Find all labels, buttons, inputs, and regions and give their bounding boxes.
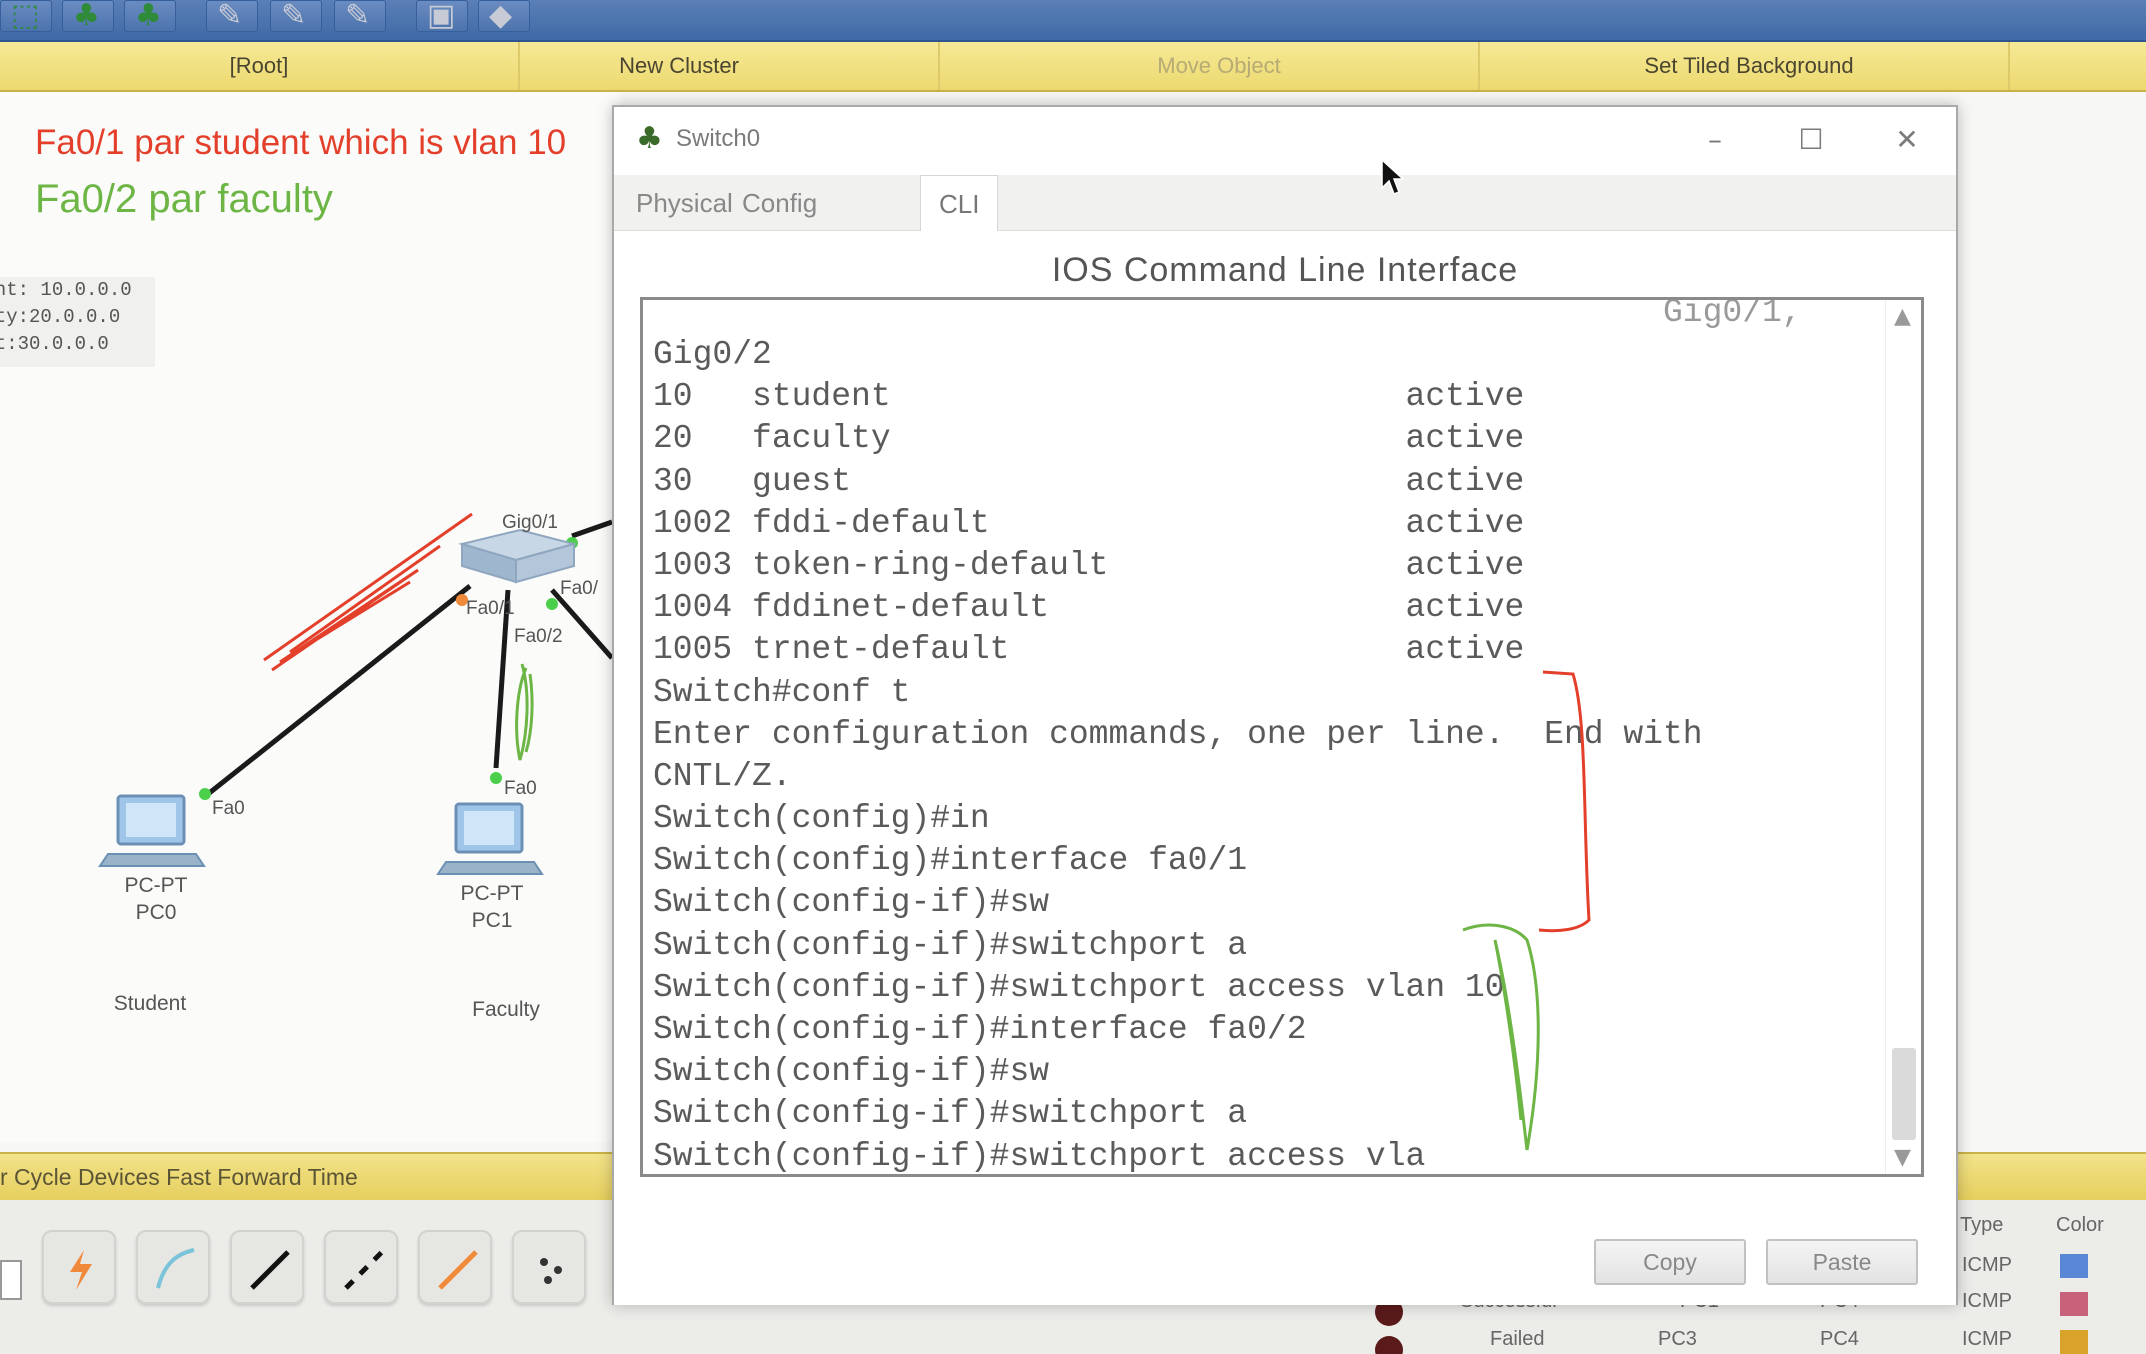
toolbar-button-4[interactable]: ✎ (206, 0, 258, 33)
fiber-cable-button[interactable] (418, 1230, 492, 1304)
pdu-status: Failed (1490, 1328, 1545, 1350)
toolbar-button-5[interactable]: ✎ (270, 0, 322, 33)
pc0-model: PC-PT (124, 874, 188, 897)
mouse-cursor-icon (1381, 158, 1405, 195)
switch-icon[interactable] (458, 528, 578, 584)
straight-cable-button[interactable] (230, 1230, 304, 1304)
green-scribble-annotation (1462, 923, 1540, 1151)
pdu-header-color: Color (2056, 1214, 2104, 1236)
cli-panel: IOS Command Line Interface Gig0/1, Gig0/… (614, 231, 1956, 1305)
scroll-stub[interactable] (0, 1260, 22, 1300)
switch-window-icon: ♣ (636, 121, 663, 156)
pc1-label[interactable]: PC-PT PC1 (432, 880, 552, 934)
move-object-button[interactable]: Move Object (960, 42, 1480, 90)
cli-terminal[interactable]: Gig0/1, Gig0/2 10 student active 20 facult… (640, 297, 1924, 1177)
set-tiled-background-button[interactable]: Set Tiled Background (1490, 42, 2010, 90)
pc-icon[interactable] (98, 794, 206, 867)
phone-cable-icon (540, 1258, 562, 1284)
main-toolbar: ⬚ ♣ ♣ ✎ ✎ ✎ ▣ ◆ (0, 0, 2146, 42)
link-light (546, 598, 558, 610)
device-icon: ⬚ (11, 0, 40, 33)
pdu-color-swatch (2060, 1254, 2088, 1278)
minimize-button[interactable]: – (1690, 117, 1740, 163)
cli-heading: IOS Command Line Interface (1051, 251, 1519, 289)
link-switch-gig[interactable] (571, 519, 613, 539)
pdu-color-swatch (2060, 1292, 2088, 1316)
port-label-pc1-fa0: Fa0 (504, 778, 537, 799)
toolbar-button-6[interactable]: ✎ (334, 0, 386, 33)
pc0-caption: Student (113, 992, 187, 1015)
switch-config-window[interactable]: ♣ Switch0 – ☐ ✕ Physical Config CLI IOS … (612, 105, 1958, 1305)
pdu-header-type: Type (1960, 1214, 2004, 1236)
pdu-type: ICMP (1962, 1290, 2012, 1312)
red-bracket-annotation (1538, 670, 1591, 933)
tab-config[interactable]: Config (724, 175, 835, 231)
window-title: Switch0 (676, 125, 761, 152)
port-label-fa0-right: Fa0/ (560, 578, 599, 599)
pc0-name: PC0 (135, 901, 177, 924)
wrench-icon: ✎ (217, 0, 243, 33)
pdu-destination: PC4 (1820, 1328, 1859, 1350)
link-light (490, 772, 502, 784)
pc0-label[interactable]: PC-PT PC0 (96, 872, 216, 926)
green-annotation-scribble (515, 663, 534, 761)
toolbar-button-3[interactable]: ♣ (124, 0, 176, 33)
toolbar-button-7[interactable]: ▣ (416, 0, 468, 33)
palette-icon: ◆ (489, 0, 513, 33)
network-icon: ♣ (73, 0, 100, 33)
port-label-fa0-1: Fa0/1 (466, 598, 515, 619)
toolbar-button-2[interactable]: ♣ (62, 0, 114, 33)
workspace-nav-bar: [Root] New Cluster Move Object Set Tiled… (0, 42, 2146, 92)
console-cable-button[interactable] (136, 1230, 210, 1304)
pc1-name: PC1 (471, 909, 513, 932)
pdu-color-swatch (2060, 1330, 2088, 1354)
lightning-icon (70, 1250, 92, 1290)
cycle-devices-text[interactable]: r Cycle Devices Fast Forward Time (0, 1164, 358, 1191)
pc1-model: PC-PT (460, 882, 524, 905)
tab-cli[interactable]: CLI (920, 175, 999, 231)
new-cluster-button[interactable]: New Cluster (420, 42, 940, 90)
pc1-caption: Faculty (472, 998, 540, 1021)
pc-icon[interactable] (436, 802, 544, 875)
straight-cable-icon (250, 1250, 290, 1290)
fiber-cable-icon (438, 1250, 478, 1290)
pdu-source: PC3 (1658, 1328, 1697, 1350)
pdu-type: ICMP (1962, 1254, 2012, 1276)
copy-button[interactable]: Copy (1594, 1239, 1746, 1285)
close-button[interactable]: ✕ (1882, 117, 1932, 163)
crossover-cable-icon (344, 1250, 384, 1290)
port-label-fa0-2: Fa0/2 (514, 626, 563, 647)
window-title-bar[interactable]: ♣ Switch0 – ☐ ✕ (614, 107, 1956, 175)
pdu-status-dot (1375, 1336, 1403, 1354)
console-cable-icon (156, 1248, 195, 1289)
port-label-pc0-fa0: Fa0 (212, 798, 245, 819)
annotation-overlay (1462, 670, 1591, 1151)
link-light (199, 788, 211, 800)
pdu-type: ICMP (1962, 1328, 2012, 1350)
maximize-button[interactable]: ☐ (1786, 117, 1836, 163)
port-label-gig0-1: Gig0/1 (502, 512, 558, 533)
window-tabs: Physical Config CLI (614, 175, 1956, 231)
network-icon: ♣ (135, 0, 162, 33)
red-annotation-scribble (263, 512, 473, 672)
connection-auto-button[interactable] (42, 1230, 116, 1304)
crossover-cable-button[interactable] (324, 1230, 398, 1304)
image-icon: ▣ (427, 0, 456, 33)
paste-button[interactable]: Paste (1766, 1239, 1918, 1285)
toolbar-button-1[interactable]: ⬚ (0, 0, 52, 33)
toolbar-button-8[interactable]: ◆ (478, 0, 530, 33)
phone-cable-button[interactable] (512, 1230, 586, 1304)
wrench-icon: ✎ (281, 0, 307, 33)
wrench-icon: ✎ (345, 0, 371, 33)
